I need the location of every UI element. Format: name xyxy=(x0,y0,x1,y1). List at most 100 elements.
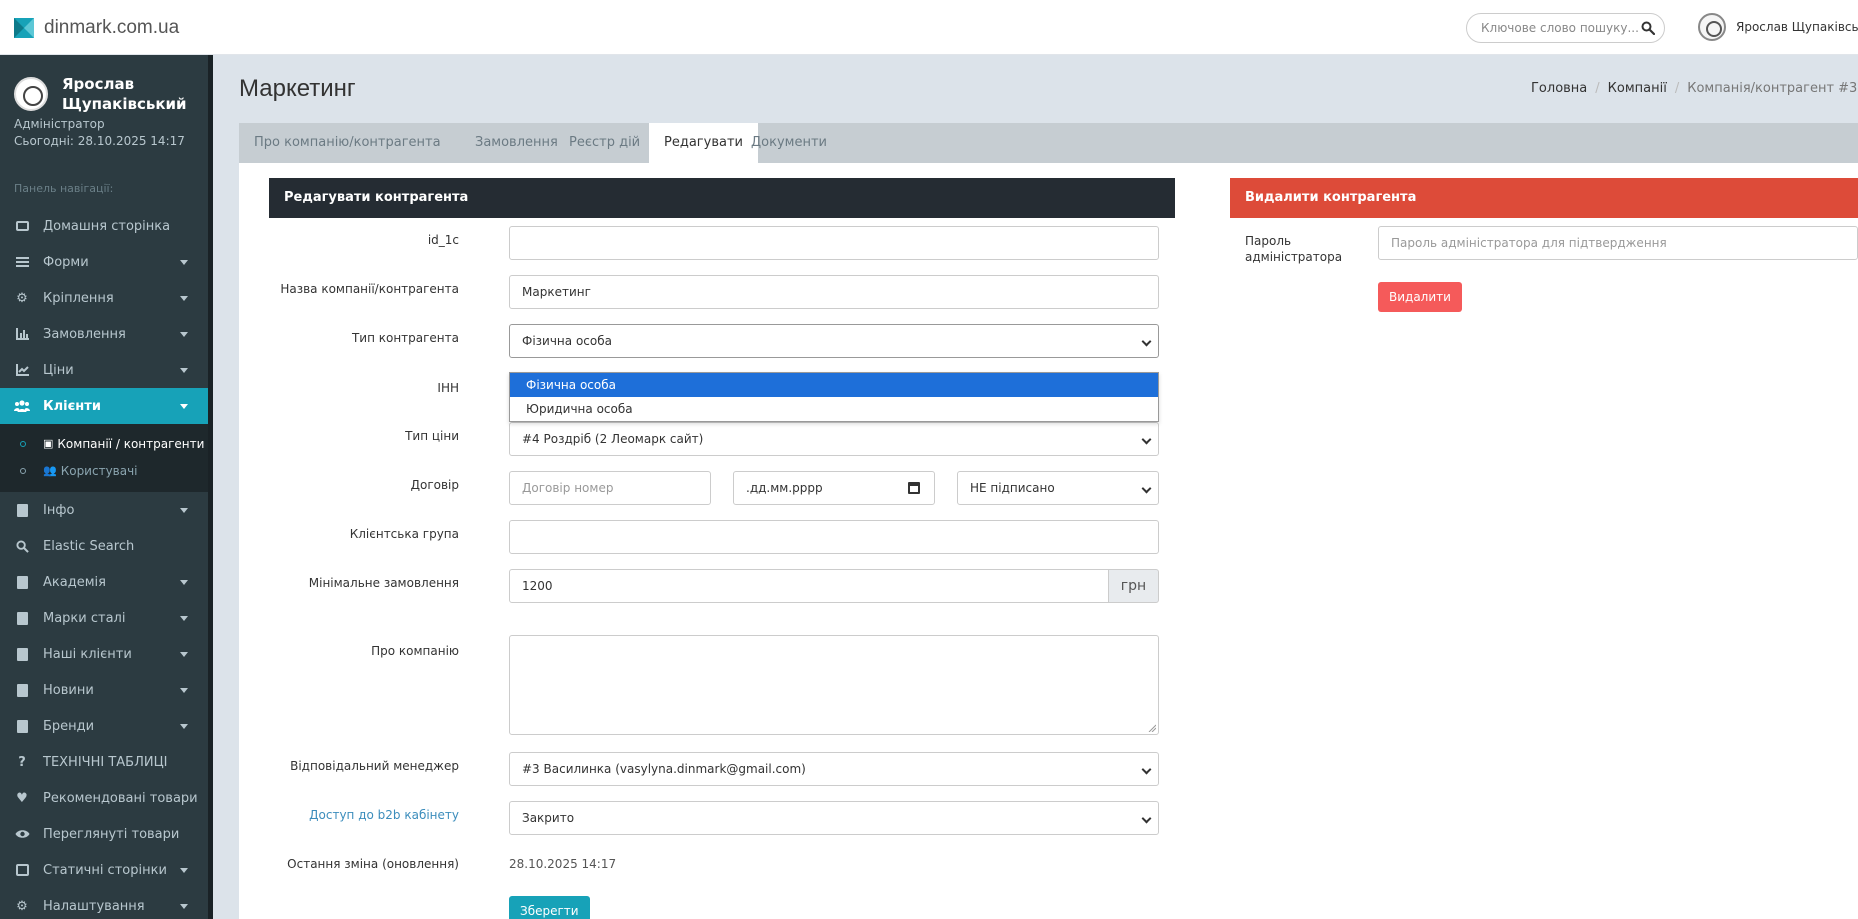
company-name-label: Назва компанії/контрагента xyxy=(280,282,459,296)
manager-select[interactable]: #3 Василинка (vasylyna.dinmark@gmail.com… xyxy=(509,752,1159,786)
page-title: Маркетинг xyxy=(239,75,356,102)
sidebar-item-label: Бренди xyxy=(43,718,95,734)
delete-button[interactable]: Видалити xyxy=(1378,282,1462,312)
sidebar-item-home[interactable]: Домашня сторінка xyxy=(0,208,208,244)
sidebar-item-our-clients[interactable]: Наші клієнти xyxy=(0,636,208,672)
sidebar-item-static-pages[interactable]: Статичні сторінки xyxy=(0,852,208,888)
contract-status-select[interactable]: НЕ підписано xyxy=(957,471,1159,505)
user-avatar-icon[interactable] xyxy=(1698,13,1726,41)
company-name-input[interactable]: Маркетинг xyxy=(509,275,1159,309)
id-1c-label: id_1c xyxy=(427,233,459,247)
sidebar-item-elastic-search[interactable]: Elastic Search xyxy=(0,528,208,564)
sidebar-item-settings[interactable]: ⚙ Налаштування xyxy=(0,888,208,919)
calendar-icon[interactable] xyxy=(908,482,920,494)
sidebar-item-label: Академія xyxy=(43,574,106,590)
search-input[interactable] xyxy=(1481,21,1641,35)
sidebar-item-label: Elastic Search xyxy=(43,538,135,554)
header-username[interactable]: Ярослав Щупаківський xyxy=(1736,20,1858,34)
b2b-access-select[interactable]: Закрито xyxy=(509,801,1159,835)
caret-down-icon xyxy=(180,652,188,657)
breadcrumb-companies[interactable]: Компанії xyxy=(1608,81,1667,96)
tab-activity-log[interactable]: Реєстр дій xyxy=(569,123,640,163)
sidebar-item-label: Статичні сторінки xyxy=(43,862,167,878)
chevron-down-icon xyxy=(1141,434,1152,445)
sidebar-item-label: Рекомендовані товари xyxy=(43,790,198,806)
admin-password-input[interactable]: Пароль адміністратора для підтвердження xyxy=(1378,226,1858,260)
contract-number-input[interactable]: Договір номер xyxy=(509,471,711,505)
breadcrumb: Головна / Компанії / Компанія/контрагент #39… xyxy=(1531,81,1858,96)
tab-about[interactable]: Про компанію/контрагента xyxy=(254,123,441,163)
tab-bar: Про компанію/контрагента Замовлення Реєс… xyxy=(239,123,1858,163)
min-order-label: Мінімальне замовлення xyxy=(308,576,459,590)
price-type-select[interactable]: #4 Роздріб (2 Леомарк сайт) xyxy=(509,422,1159,456)
tab-edit[interactable]: Редагувати xyxy=(649,123,758,163)
contract-date-input[interactable]: .дд.мм.рррр xyxy=(733,471,935,505)
book-icon xyxy=(14,611,30,625)
b2b-access-label[interactable]: Доступ до b2b кабінету xyxy=(239,808,459,822)
site-logo[interactable]: dinmark.com.ua xyxy=(14,17,179,39)
client-group-label: Клієнтська група xyxy=(349,527,459,541)
sidebar-item-label: Форми xyxy=(43,254,89,270)
id-card-icon: ▣ xyxy=(43,437,54,450)
sidebar-item-clients[interactable]: Клієнти xyxy=(0,388,208,424)
counterparty-type-dropdown: Фізична особа Юридична особа xyxy=(509,372,1159,422)
subnav-item-companies[interactable]: ▣ Компанії / контрагенти xyxy=(0,430,208,457)
save-button[interactable]: Зберегти xyxy=(509,896,590,919)
caret-down-icon xyxy=(180,724,188,729)
book-icon xyxy=(14,647,30,661)
user-panel: Ярослав Щупаківський Адміністратор Сього… xyxy=(0,55,208,172)
sidebar-item-steel-grades[interactable]: Марки сталі xyxy=(0,600,208,636)
avatar xyxy=(14,77,48,111)
contract-label: Договір xyxy=(410,478,459,492)
sidebar-item-orders[interactable]: Замовлення xyxy=(0,316,208,352)
last-change-value: 28.10.2025 14:17 xyxy=(509,857,617,871)
sidebar-item-recommended[interactable]: ♥ Рекомендовані товари xyxy=(0,780,208,816)
counterparty-type-value: Фізична особа xyxy=(522,334,612,348)
caret-down-icon xyxy=(180,904,188,909)
logo-icon xyxy=(14,18,34,38)
sidebar-item-prices[interactable]: Ціни xyxy=(0,352,208,388)
sidebar-item-brands[interactable]: Бренди xyxy=(0,708,208,744)
subnav-item-label: Компанії / контрагенти xyxy=(57,436,205,451)
sidebar-item-label: Домашня сторінка xyxy=(43,218,171,234)
tab-panel: Редагувати контрагента id_1c Назва компа… xyxy=(239,163,1858,919)
tab-orders[interactable]: Замовлення xyxy=(475,123,558,163)
sidebar-item-fasteners[interactable]: ⚙ Кріплення xyxy=(0,280,208,316)
sidebar-item-info[interactable]: Інфо xyxy=(0,492,208,528)
b2b-access-value: Закрито xyxy=(522,811,575,825)
min-order-input[interactable]: 1200 xyxy=(509,569,1109,603)
sidebar-item-viewed[interactable]: Переглянуті товари xyxy=(0,816,208,852)
currency-addon: грн xyxy=(1108,569,1159,603)
contract-date-placeholder: .дд.мм.рррр xyxy=(746,481,823,495)
dropdown-option[interactable]: Юридична особа xyxy=(510,397,1158,421)
subnav-item-users[interactable]: 👥 Користувачі xyxy=(0,457,208,484)
main-content: Маркетинг Головна / Компанії / Компанія/конт… xyxy=(213,55,1858,919)
sidebar-item-news[interactable]: Новини xyxy=(0,672,208,708)
manager-value: #3 Василинка (vasylyna.dinmark@gmail.com… xyxy=(522,762,806,776)
sidebar: Ярослав Щупаківський Адміністратор Сього… xyxy=(0,55,213,919)
client-group-input[interactable] xyxy=(509,520,1159,554)
caret-down-icon xyxy=(180,688,188,693)
edit-card-header: Редагувати контрагента xyxy=(269,178,1175,218)
tab-documents[interactable]: Документи xyxy=(751,123,827,163)
sidebar-nav: Домашня сторінка Форми ⚙ Кріплення Замов… xyxy=(0,208,208,919)
resize-handle-icon[interactable] xyxy=(1148,724,1156,732)
logo-text: dinmark.com.ua xyxy=(44,17,180,38)
caret-down-icon xyxy=(180,616,188,621)
breadcrumb-separator: / xyxy=(1674,81,1680,96)
circle-icon xyxy=(20,467,26,474)
sidebar-item-forms[interactable]: Форми xyxy=(0,244,208,280)
dropdown-option[interactable]: Фізична особа xyxy=(510,373,1158,397)
sidebar-item-label: Наші клієнти xyxy=(43,646,132,662)
search-icon[interactable] xyxy=(1641,21,1655,35)
breadcrumb-home[interactable]: Головна xyxy=(1531,81,1587,96)
clients-subnav: ▣ Компанії / контрагенти 👥 Користувачі xyxy=(0,424,208,492)
sidebar-item-tech-tables[interactable]: ? ТЕХНІЧНІ ТАБЛИЦІ xyxy=(0,744,208,780)
about-company-textarea[interactable] xyxy=(509,635,1159,735)
delete-card-header: Видалити контрагента xyxy=(1230,178,1858,218)
id-1c-input[interactable] xyxy=(509,226,1159,260)
sidebar-item-academy[interactable]: Академія xyxy=(0,564,208,600)
counterparty-type-select[interactable]: Фізична особа xyxy=(509,324,1159,358)
chevron-down-icon xyxy=(1141,764,1152,775)
caret-down-icon xyxy=(180,508,188,513)
